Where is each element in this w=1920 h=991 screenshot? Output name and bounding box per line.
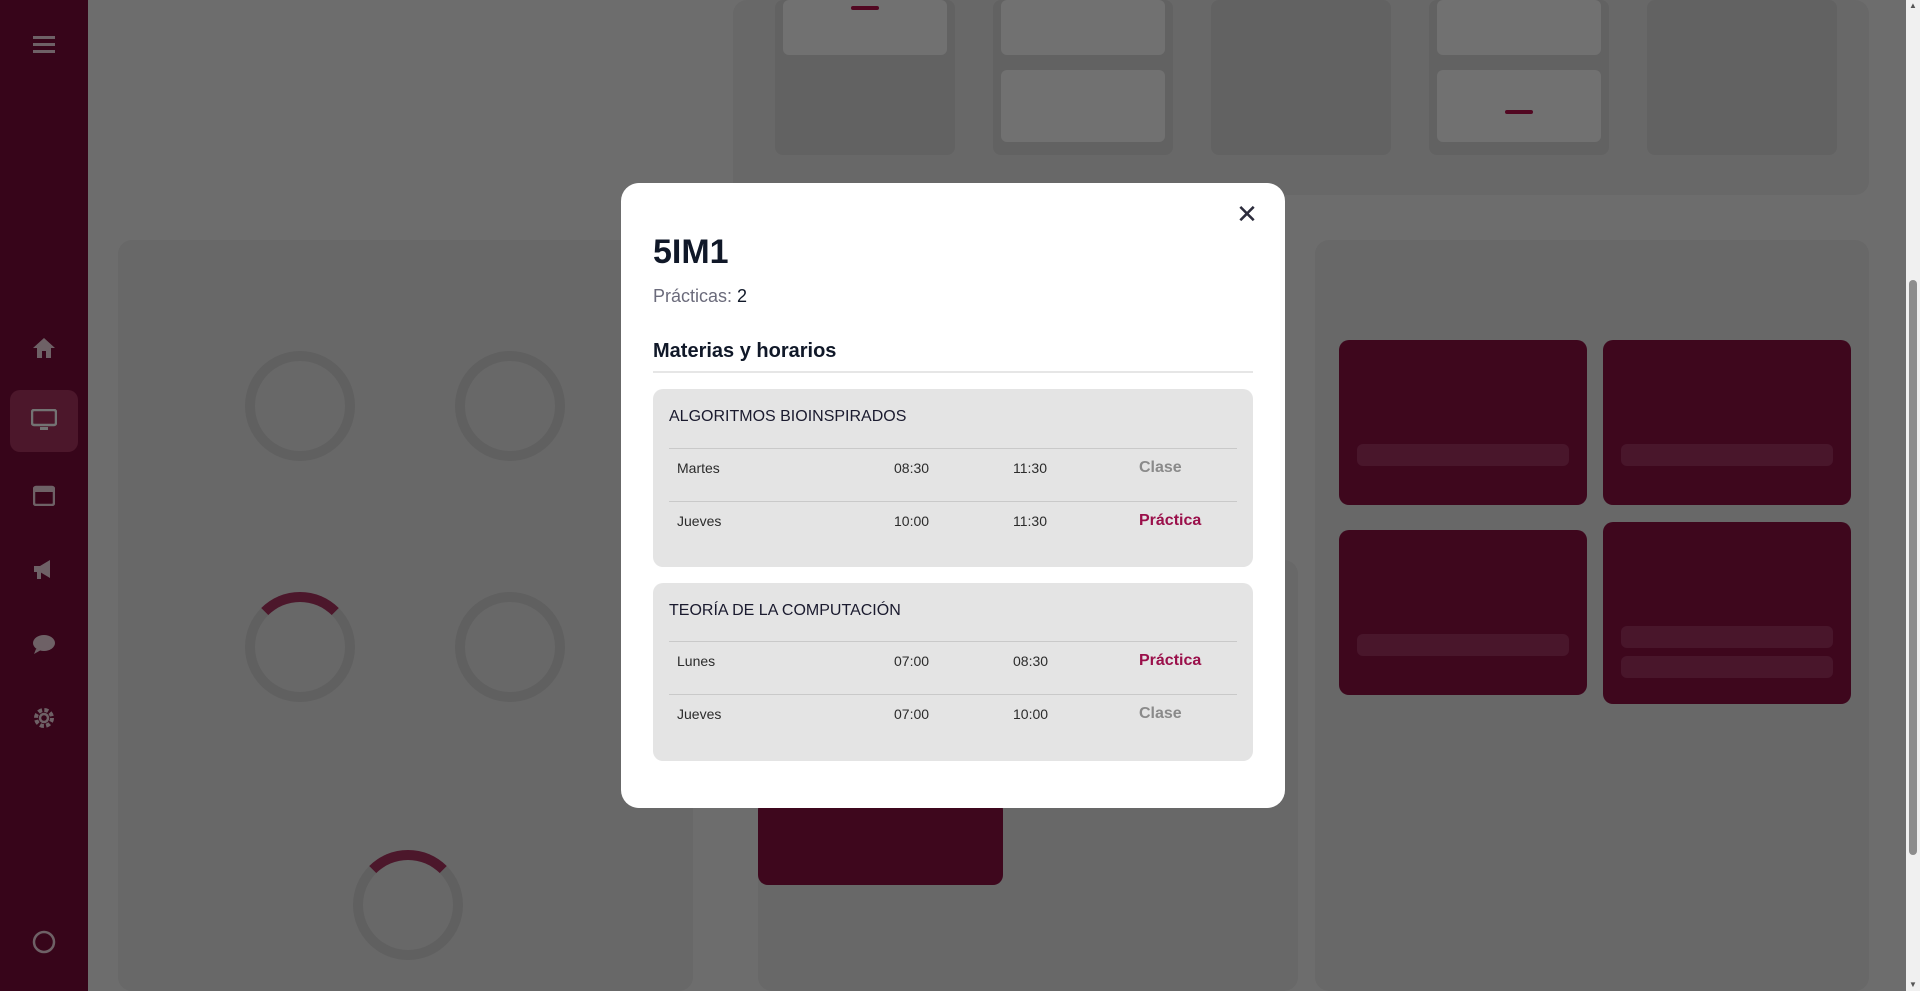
group-detail-modal: ✕ 5IM1 Prácticas: 2 Materias y horarios … — [621, 183, 1285, 808]
section-title: Materias y horarios — [653, 340, 837, 362]
subject-name: ALGORITMOS BIOINSPIRADOS — [669, 408, 907, 425]
schedule-end: 11:30 — [1013, 460, 1047, 476]
scrollbar-thumb[interactable] — [1909, 280, 1917, 855]
schedule-day: Jueves — [677, 513, 722, 529]
subject-card: ALGORITMOS BIOINSPIRADOS Martes 08:30 11… — [653, 389, 1253, 567]
scroll-down-arrow-icon[interactable]: ▼ — [1909, 981, 1917, 989]
modal-title: 5IM1 — [653, 233, 729, 271]
schedule-day: Martes — [677, 460, 720, 476]
row-divider — [669, 694, 1237, 695]
close-icon[interactable]: ✕ — [1233, 199, 1261, 229]
row-divider — [669, 501, 1237, 502]
schedule-type-badge: Clase — [1139, 459, 1182, 476]
page-scrollbar[interactable]: ▲ ▼ — [1906, 0, 1920, 991]
schedule-end: 10:00 — [1013, 706, 1049, 722]
practice-count-label: Prácticas: — [653, 286, 733, 306]
schedule-end: 08:30 — [1013, 653, 1049, 669]
schedule-day: Jueves — [677, 706, 722, 722]
schedule-type-badge: Práctica — [1139, 512, 1202, 529]
subject-card: TEORÍA DE LA COMPUTACIÓN Lunes 07:00 08:… — [653, 583, 1253, 761]
practice-count: Prácticas: 2 — [653, 286, 747, 307]
section-divider — [653, 371, 1253, 373]
schedule-day: Lunes — [677, 653, 716, 669]
row-divider — [669, 641, 1237, 642]
scroll-up-arrow-icon[interactable]: ▲ — [1909, 2, 1917, 10]
subject-name: TEORÍA DE LA COMPUTACIÓN — [669, 602, 901, 619]
schedule-type-badge: Clase — [1139, 705, 1182, 722]
row-divider — [669, 448, 1237, 449]
schedule-end: 11:30 — [1013, 513, 1047, 529]
schedule-start: 07:00 — [894, 706, 930, 722]
schedule-start: 10:00 — [894, 513, 930, 529]
schedule-start: 07:00 — [894, 653, 930, 669]
schedule-type-badge: Práctica — [1139, 652, 1202, 669]
practice-count-value: 2 — [737, 286, 748, 306]
schedule-start: 08:30 — [894, 460, 930, 476]
